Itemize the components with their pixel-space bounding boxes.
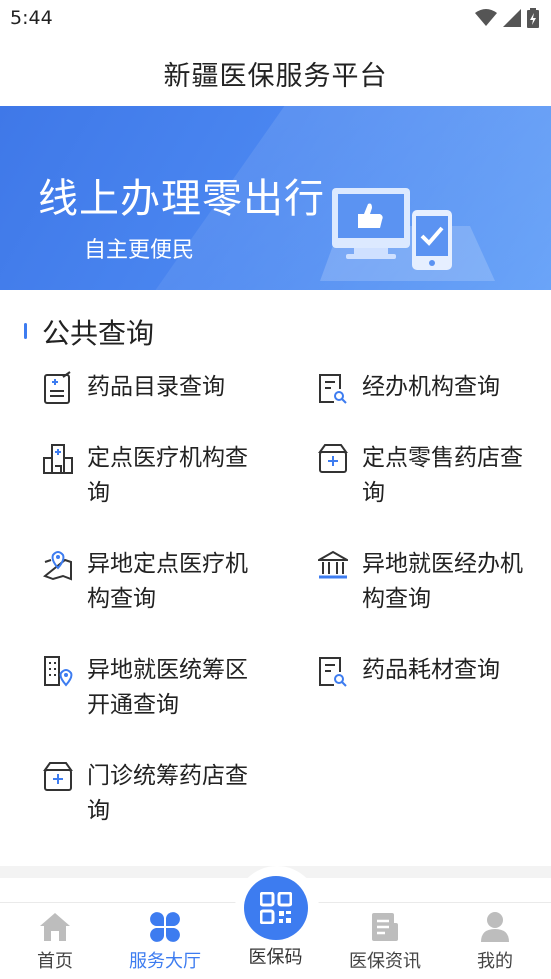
service-retail-pharmacy[interactable]: 定点零售药店查询 bbox=[318, 441, 532, 511]
document-search-icon bbox=[319, 374, 347, 404]
status-bar: 5:44 bbox=[0, 0, 551, 36]
service-agency-query[interactable]: 经办机构查询 bbox=[318, 370, 532, 405]
nav-mine[interactable]: 我的 bbox=[440, 903, 550, 979]
service-remote-agency[interactable]: 异地就医经办机构查询 bbox=[318, 547, 532, 617]
news-icon bbox=[372, 913, 398, 941]
medical-kit-icon bbox=[318, 444, 348, 473]
nav-label: 医保资讯 bbox=[349, 951, 421, 972]
hospital-building-icon bbox=[43, 444, 73, 474]
status-time: 5:44 bbox=[10, 7, 53, 29]
service-drug-consumables[interactable]: 药品耗材查询 bbox=[318, 653, 532, 688]
service-remote-hospital[interactable]: 异地定点医疗机构查询 bbox=[43, 547, 257, 617]
status-icons bbox=[475, 8, 539, 28]
app-header: 新疆医保服务平台 bbox=[0, 36, 551, 106]
signal-icon bbox=[503, 9, 521, 27]
nav-label: 医保码 bbox=[248, 947, 303, 968]
service-designated-hospital[interactable]: 定点医疗机构查询 bbox=[43, 441, 257, 511]
service-label: 异地定点医疗机构查询 bbox=[87, 551, 248, 612]
medical-kit-icon bbox=[43, 762, 73, 791]
section-accent-bar bbox=[24, 323, 27, 339]
promo-banner[interactable]: 线上办理零出行 自主更便民 bbox=[0, 106, 551, 290]
public-query-section: 公共查询 药品目录查询 经办机构查询 定点医疗机构查询 定点零售药店查询 异地定… bbox=[0, 290, 551, 866]
nav-label: 我的 bbox=[477, 951, 513, 972]
service-label: 药品目录查询 bbox=[87, 374, 225, 400]
drug-list-icon bbox=[44, 371, 71, 404]
service-label: 经办机构查询 bbox=[362, 374, 500, 400]
user-icon bbox=[481, 912, 509, 942]
nav-news[interactable]: 医保资讯 bbox=[330, 903, 440, 979]
nav-home[interactable]: 首页 bbox=[0, 903, 110, 979]
qr-code-icon bbox=[260, 892, 292, 924]
location-map-icon bbox=[43, 551, 72, 581]
nav-medical-code[interactable] bbox=[244, 876, 308, 940]
nav-label: 服务大厅 bbox=[129, 951, 201, 972]
service-label: 门诊统筹药店查询 bbox=[87, 763, 248, 824]
nav-label: 首页 bbox=[37, 951, 73, 972]
battery-icon bbox=[527, 8, 539, 28]
wifi-icon bbox=[475, 9, 497, 26]
service-label: 异地就医统筹区开通查询 bbox=[87, 657, 248, 718]
city-location-icon bbox=[44, 656, 73, 687]
banner-title: 线上办理零出行 bbox=[38, 176, 325, 222]
nav-service-hall[interactable]: 服务大厅 bbox=[110, 903, 220, 979]
monitor-phone-illustration-icon bbox=[320, 188, 495, 281]
service-label: 药品耗材查询 bbox=[362, 657, 500, 683]
service-label: 异地就医经办机构查询 bbox=[362, 551, 523, 612]
service-label: 定点零售药店查询 bbox=[362, 445, 523, 506]
service-outpatient-pharmacy[interactable]: 门诊统筹药店查询 bbox=[43, 759, 257, 829]
section-title: 公共查询 bbox=[42, 317, 155, 350]
institution-building-icon bbox=[318, 550, 348, 579]
banner-subtitle: 自主更便民 bbox=[84, 238, 195, 263]
service-remote-region[interactable]: 异地就医统筹区开通查询 bbox=[43, 653, 257, 723]
page-title: 新疆医保服务平台 bbox=[163, 61, 388, 92]
document-search-icon bbox=[319, 657, 347, 687]
service-label: 定点医疗机构查询 bbox=[87, 445, 248, 506]
service-drug-catalog[interactable]: 药品目录查询 bbox=[43, 370, 257, 405]
home-icon bbox=[40, 913, 70, 941]
clover-grid-icon bbox=[150, 912, 180, 942]
